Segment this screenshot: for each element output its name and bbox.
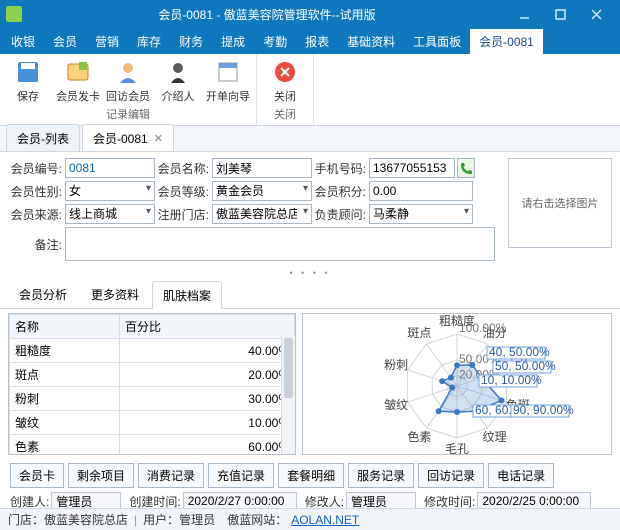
svg-text:油分: 油分: [483, 326, 507, 340]
menu-item[interactable]: 营销: [86, 29, 128, 54]
record-button[interactable]: 充值记录: [208, 463, 274, 488]
minimize-button[interactable]: [506, 0, 542, 28]
subtab[interactable]: 肌肤档案: [152, 281, 222, 309]
record-button[interactable]: 剩余项目: [68, 463, 134, 488]
subtab[interactable]: 会员分析: [8, 280, 78, 308]
svg-text:90, 90.00%: 90, 90.00%: [513, 403, 574, 417]
points-input[interactable]: [369, 181, 473, 201]
menu-item[interactable]: 会员: [44, 29, 86, 54]
document-tabstrip: 会员-列表会员-0081✕: [0, 126, 620, 152]
statusbar: 门店：傲蓝美容院总店 | 用户：管理员 傲蓝网站：AOLAN.NET: [0, 508, 620, 530]
ribbon-group-label: 记录编辑: [106, 106, 150, 122]
member-form: 会员编号: 会员名称: 手机号码: 会员性别: 女 会员等级: 黄金会员 会员积…: [0, 152, 620, 266]
svg-text:粗糙度: 粗糙度: [439, 314, 475, 328]
record-button[interactable]: 套餐明细: [278, 463, 344, 488]
status-store: 傲蓝美容院总店: [44, 511, 128, 528]
subtabs: 会员分析更多资料肌肤档案: [0, 280, 620, 309]
menu-item[interactable]: 基础资料: [338, 29, 404, 54]
ribbon-button[interactable]: 保存: [6, 56, 50, 104]
radar-chart: 20.00%50.00%100.00%粗糙度油分水分色斑纹理毛孔色素皱纹粉刺斑点…: [302, 313, 612, 455]
table-row[interactable]: 粉刺30.00%: [10, 387, 295, 411]
svg-text:40, 50.00%: 40, 50.00%: [489, 345, 550, 359]
member-no-input[interactable]: [65, 158, 155, 178]
menubar: 收银会员营销库存财务提成考勤报表基础资料工具面板会员-0081: [0, 28, 620, 54]
menu-item[interactable]: 报表: [296, 29, 338, 54]
phone-icon[interactable]: [457, 158, 475, 178]
ribbon-button[interactable]: 开单向导: [206, 56, 250, 104]
close-button[interactable]: [578, 0, 614, 28]
menu-item[interactable]: 提成: [212, 29, 254, 54]
svg-text:10, 10.00%: 10, 10.00%: [481, 373, 542, 387]
level-select[interactable]: 黄金会员: [212, 181, 312, 201]
window-title: 会员-0081 - 傲蓝美容院管理软件--试用版: [28, 6, 506, 23]
phone-input[interactable]: [369, 158, 455, 178]
record-button[interactable]: 电话记录: [488, 463, 554, 488]
close-icon: [271, 58, 299, 86]
table-row[interactable]: 粗糙度40.00%: [10, 339, 295, 363]
record-button[interactable]: 会员卡: [10, 463, 64, 488]
member-name-input[interactable]: [212, 158, 312, 178]
ribbon-button[interactable]: 会员发卡: [56, 56, 100, 104]
gender-select[interactable]: 女: [65, 181, 155, 201]
remark-textarea[interactable]: [65, 227, 495, 261]
source-select[interactable]: 线上商城: [65, 204, 155, 224]
ribbon-group-label: 关闭: [274, 106, 296, 122]
table-row[interactable]: 斑点20.00%: [10, 363, 295, 387]
menu-item[interactable]: 库存: [128, 29, 170, 54]
table-row[interactable]: 皱纹10.00%: [10, 411, 295, 435]
table-row[interactable]: 色素60.00%: [10, 435, 295, 456]
menu-item[interactable]: 考勤: [254, 29, 296, 54]
ribbon-icon: [114, 58, 142, 86]
menu-item[interactable]: 财务: [170, 29, 212, 54]
ribbon-icon: [64, 58, 92, 86]
skin-table: 名称 百分比 粗糙度40.00%斑点20.00%粉刺30.00%皱纹10.00%…: [8, 313, 296, 455]
app-icon: [6, 6, 22, 22]
col-name[interactable]: 名称: [10, 315, 120, 339]
ribbon: 保存会员发卡回访会员介绍人开单向导 记录编辑 关闭 关闭: [0, 54, 620, 126]
ribbon-icon: [14, 58, 42, 86]
record-buttons: 会员卡剩余项目消费记录充值记录套餐明细服务记录回访记录电话记录: [0, 459, 620, 490]
svg-text:皱纹: 皱纹: [384, 397, 408, 412]
svg-text:斑点: 斑点: [407, 326, 431, 340]
document-tab[interactable]: 会员-0081✕: [82, 124, 174, 151]
record-button[interactable]: 服务记录: [348, 463, 414, 488]
reg-store-select[interactable]: 傲蓝美容院总店: [212, 204, 312, 224]
svg-text:纹理: 纹理: [483, 430, 507, 444]
ribbon-icon: [214, 58, 242, 86]
ribbon-button[interactable]: 介绍人: [156, 56, 200, 104]
member-photo-placeholder[interactable]: 请右击选择图片: [508, 158, 612, 248]
website-link[interactable]: AOLAN.NET: [291, 513, 359, 527]
menu-item[interactable]: 会员-0081: [470, 29, 543, 54]
svg-text:毛孔: 毛孔: [445, 442, 469, 454]
maximize-button[interactable]: [542, 0, 578, 28]
manager-select[interactable]: 马柔静: [369, 204, 473, 224]
menu-item[interactable]: 工具面板: [404, 29, 470, 54]
menu-item[interactable]: 收银: [2, 29, 44, 54]
subtab[interactable]: 更多资料: [80, 280, 150, 308]
record-button[interactable]: 回访记录: [418, 463, 484, 488]
divider-icon: • • • •: [0, 268, 620, 278]
col-pct[interactable]: 百分比: [120, 315, 295, 339]
titlebar: 会员-0081 - 傲蓝美容院管理软件--试用版: [0, 0, 620, 28]
document-tab[interactable]: 会员-列表: [6, 124, 80, 151]
svg-text:色素: 色素: [407, 430, 431, 444]
ribbon-group-edit: 保存会员发卡回访会员介绍人开单向导 记录编辑: [0, 54, 257, 125]
tab-close-icon[interactable]: ✕: [154, 132, 163, 145]
close-ribbon-button[interactable]: 关闭: [263, 56, 307, 104]
ribbon-button[interactable]: 回访会员: [106, 56, 150, 104]
ribbon-group-close: 关闭 关闭: [257, 54, 314, 125]
ribbon-icon: [164, 58, 192, 86]
table-scrollbar[interactable]: [281, 336, 295, 454]
svg-text:50, 50.00%: 50, 50.00%: [495, 359, 556, 373]
record-button[interactable]: 消费记录: [138, 463, 204, 488]
status-user: 管理员: [179, 511, 215, 528]
svg-text:粉刺: 粉刺: [384, 358, 408, 372]
